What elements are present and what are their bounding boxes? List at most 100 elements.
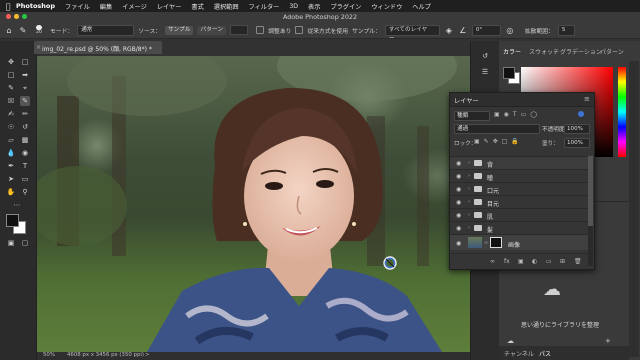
fx-icon[interactable]: fx <box>504 258 510 265</box>
layers-panel-header[interactable]: レイヤー ≡ <box>450 93 594 107</box>
history-brush-tool-icon[interactable]: ↺ <box>20 122 30 132</box>
angle-input[interactable]: 0° <box>471 24 501 36</box>
legacy-checkbox[interactable] <box>295 26 304 34</box>
layer-row[interactable]: ◉ › 髪 <box>450 221 588 234</box>
tab-paths[interactable]: パス <box>539 349 551 358</box>
source-pattern-button[interactable]: パターン <box>197 25 227 35</box>
menu-layer[interactable]: レイヤー <box>157 2 182 11</box>
mode-select[interactable]: 通常 <box>77 24 135 36</box>
hand-tool-icon[interactable]: ✋ <box>6 187 16 197</box>
menu-select[interactable]: 選択範囲 <box>214 2 239 11</box>
pattern-picker-icon[interactable] <box>230 25 249 35</box>
layers-scrollbar[interactable] <box>588 156 593 266</box>
menu-filter[interactable]: フィルター <box>249 2 280 11</box>
blur-tool-icon[interactable]: 💧 <box>6 148 16 158</box>
layer-row[interactable]: ◉ › 肌 <box>450 208 588 221</box>
menu-window[interactable]: ウィンドウ <box>371 2 402 11</box>
visibility-eye-icon[interactable]: ◉ <box>456 173 461 180</box>
app-menu[interactable]: Photoshop <box>16 2 55 10</box>
more-tools-icon[interactable]: ⋯ <box>12 200 22 210</box>
visibility-eye-icon[interactable]: ◉ <box>456 199 461 206</box>
hue-slider[interactable] <box>618 67 626 157</box>
aligned-checkbox[interactable] <box>256 26 265 34</box>
home-icon[interactable]: ⌂ <box>4 25 14 35</box>
fill-input[interactable]: 100% <box>564 138 590 148</box>
menu-file[interactable]: ファイル <box>65 2 90 11</box>
spot-healing-tool-icon[interactable]: ✎ <box>20 96 30 106</box>
status-arrow-icon[interactable]: > <box>145 352 150 358</box>
visibility-eye-icon[interactable]: ◉ <box>456 225 461 232</box>
menu-help[interactable]: ヘルプ <box>412 2 431 11</box>
menu-type[interactable]: 書式 <box>191 2 203 11</box>
pen-tool-icon[interactable]: ✒ <box>6 161 16 171</box>
visibility-eye-icon[interactable]: ◉ <box>456 160 461 167</box>
lasso-tool-icon[interactable]: ➡ <box>20 70 30 80</box>
gradient-tool-icon[interactable]: ▩ <box>20 135 30 145</box>
apple-icon[interactable]:  <box>0 2 16 11</box>
expand-arrow-icon[interactable]: › <box>468 160 470 166</box>
type-tool-icon[interactable]: T <box>20 161 30 171</box>
color-fg-swatch[interactable] <box>503 67 515 79</box>
visibility-eye-icon[interactable]: ◉ <box>456 186 461 193</box>
new-layer-icon[interactable]: ⊞ <box>560 258 565 265</box>
lock-icons[interactable]: ▣✎✥□🔒 <box>474 138 523 145</box>
close-tab-icon[interactable]: × <box>36 44 41 51</box>
layer-mask-thumbnail[interactable] <box>490 237 502 248</box>
brush-tool-icon[interactable]: ✏ <box>20 109 30 119</box>
diffusion-input[interactable]: 5 <box>557 24 575 36</box>
crop-tool-icon[interactable]: ⌖ <box>20 83 30 93</box>
filter-toggle[interactable] <box>578 111 584 117</box>
source-sampled-button[interactable]: サンプル <box>165 25 194 35</box>
tab-gradients[interactable]: グラデーション <box>560 47 602 56</box>
visibility-eye-icon[interactable]: ◉ <box>456 240 461 247</box>
tab-patterns[interactable]: パターン <box>600 47 624 56</box>
ignore-adjustment-icon[interactable]: ◈ <box>444 25 454 35</box>
frame-tool-icon[interactable]: ☒ <box>6 96 16 106</box>
properties-panel-icon[interactable]: ☰ <box>480 67 490 77</box>
zoom-level[interactable]: 50% <box>43 352 55 358</box>
sample-select[interactable]: すべてのレイヤー <box>384 24 440 42</box>
tab-swatches[interactable]: スウォッチ <box>529 47 559 56</box>
layer-row[interactable]: ◉ › 目元 <box>450 195 588 208</box>
document-tab[interactable]: × img_02_re.psd @ 50% (顔, RGB/8*) * <box>34 41 162 54</box>
move-tool-icon[interactable]: ✥ <box>6 57 16 67</box>
brush-preset-picker[interactable]: 20 <box>32 25 46 35</box>
link-layers-icon[interactable]: ∞ <box>490 258 495 265</box>
add-library-icon[interactable]: + <box>605 337 611 345</box>
tab-channels[interactable]: チャンネル <box>504 349 534 358</box>
artboard-tool-icon[interactable]: □ <box>20 57 30 67</box>
menu-view[interactable]: 表示 <box>308 2 320 11</box>
path-select-tool-icon[interactable]: ➤ <box>6 174 16 184</box>
foreground-color-swatch[interactable] <box>6 214 19 227</box>
dodge-tool-icon[interactable]: ◉ <box>20 148 30 158</box>
expand-arrow-icon[interactable]: › <box>468 212 470 218</box>
clone-stamp-tool-icon[interactable]: ☉ <box>6 122 16 132</box>
add-mask-icon[interactable]: ▣ <box>518 258 524 265</box>
spot-healing-brush-icon[interactable]: ✎ <box>18 25 28 35</box>
layer-row[interactable]: ◉ ∞ 画像 <box>450 234 588 250</box>
layer-row[interactable]: ◉ › 背 <box>450 156 588 169</box>
expand-arrow-icon[interactable]: › <box>468 199 470 205</box>
screen-mode-icon[interactable]: ▢ <box>20 238 30 248</box>
blend-mode-select[interactable]: 通過 <box>454 124 540 134</box>
new-group-icon[interactable]: ▭ <box>546 258 552 265</box>
layer-row[interactable]: ◉ › 瞳 <box>450 169 588 182</box>
menu-3d[interactable]: 3D <box>289 3 298 10</box>
panel-menu-icon[interactable]: ≡ <box>584 95 590 103</box>
expand-arrow-icon[interactable]: › <box>468 186 470 192</box>
menu-edit[interactable]: 編集 <box>100 2 112 11</box>
zoom-tool-icon[interactable]: ⚲ <box>20 187 30 197</box>
quick-select-tool-icon[interactable]: ✎ <box>6 83 16 93</box>
menu-image[interactable]: イメージ <box>122 2 147 11</box>
cloud-icon[interactable]: ☁ <box>507 337 514 345</box>
tab-color[interactable]: カラー <box>503 47 521 56</box>
menu-plugins[interactable]: プラグイン <box>330 2 361 11</box>
adjustment-layer-icon[interactable]: ◐ <box>532 258 537 265</box>
visibility-eye-icon[interactable]: ◉ <box>456 212 461 219</box>
eyedropper-tool-icon[interactable]: ✍ <box>6 109 16 119</box>
eraser-tool-icon[interactable]: ▱ <box>6 135 16 145</box>
panel-scrollbar[interactable] <box>629 61 639 357</box>
marquee-tool-icon[interactable]: □ <box>6 70 16 80</box>
opacity-input[interactable]: 100% <box>564 124 590 134</box>
expand-arrow-icon[interactable]: › <box>468 173 470 179</box>
